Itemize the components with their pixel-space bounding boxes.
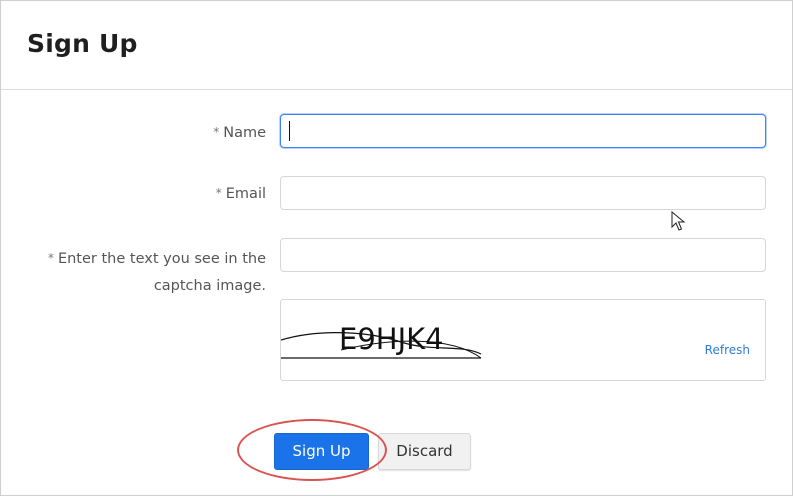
page-title: Sign Up (27, 29, 138, 58)
email-label: * Email (216, 186, 266, 202)
dialog-header: Sign Up (1, 1, 792, 90)
discard-button[interactable]: Discard (378, 433, 471, 470)
name-label: * Name (213, 125, 266, 141)
captcha-label: * Enter the text you see in the captcha i… (26, 246, 266, 300)
captcha-text: E9HJK4 (339, 322, 444, 356)
signup-dialog: Sign Up * Name * Email * Enter the text you… (0, 0, 793, 496)
text-caret (289, 121, 290, 141)
captcha-box: E9HJK4 Refresh (280, 299, 766, 381)
name-input[interactable] (280, 114, 766, 148)
email-input[interactable] (280, 176, 766, 210)
captcha-image: E9HJK4 (281, 322, 482, 359)
signup-button[interactable]: Sign Up (274, 433, 369, 470)
required-marker: * (47, 251, 54, 265)
required-marker: * (215, 186, 222, 200)
email-label-text: Email (225, 186, 266, 202)
captcha-input[interactable] (280, 238, 766, 272)
refresh-link[interactable]: Refresh (705, 343, 750, 357)
captcha-label-text: Enter the text you see in the captcha im… (57, 251, 266, 294)
required-marker: * (213, 125, 220, 139)
mouse-cursor-icon (671, 211, 686, 231)
name-label-text: Name (223, 125, 266, 141)
